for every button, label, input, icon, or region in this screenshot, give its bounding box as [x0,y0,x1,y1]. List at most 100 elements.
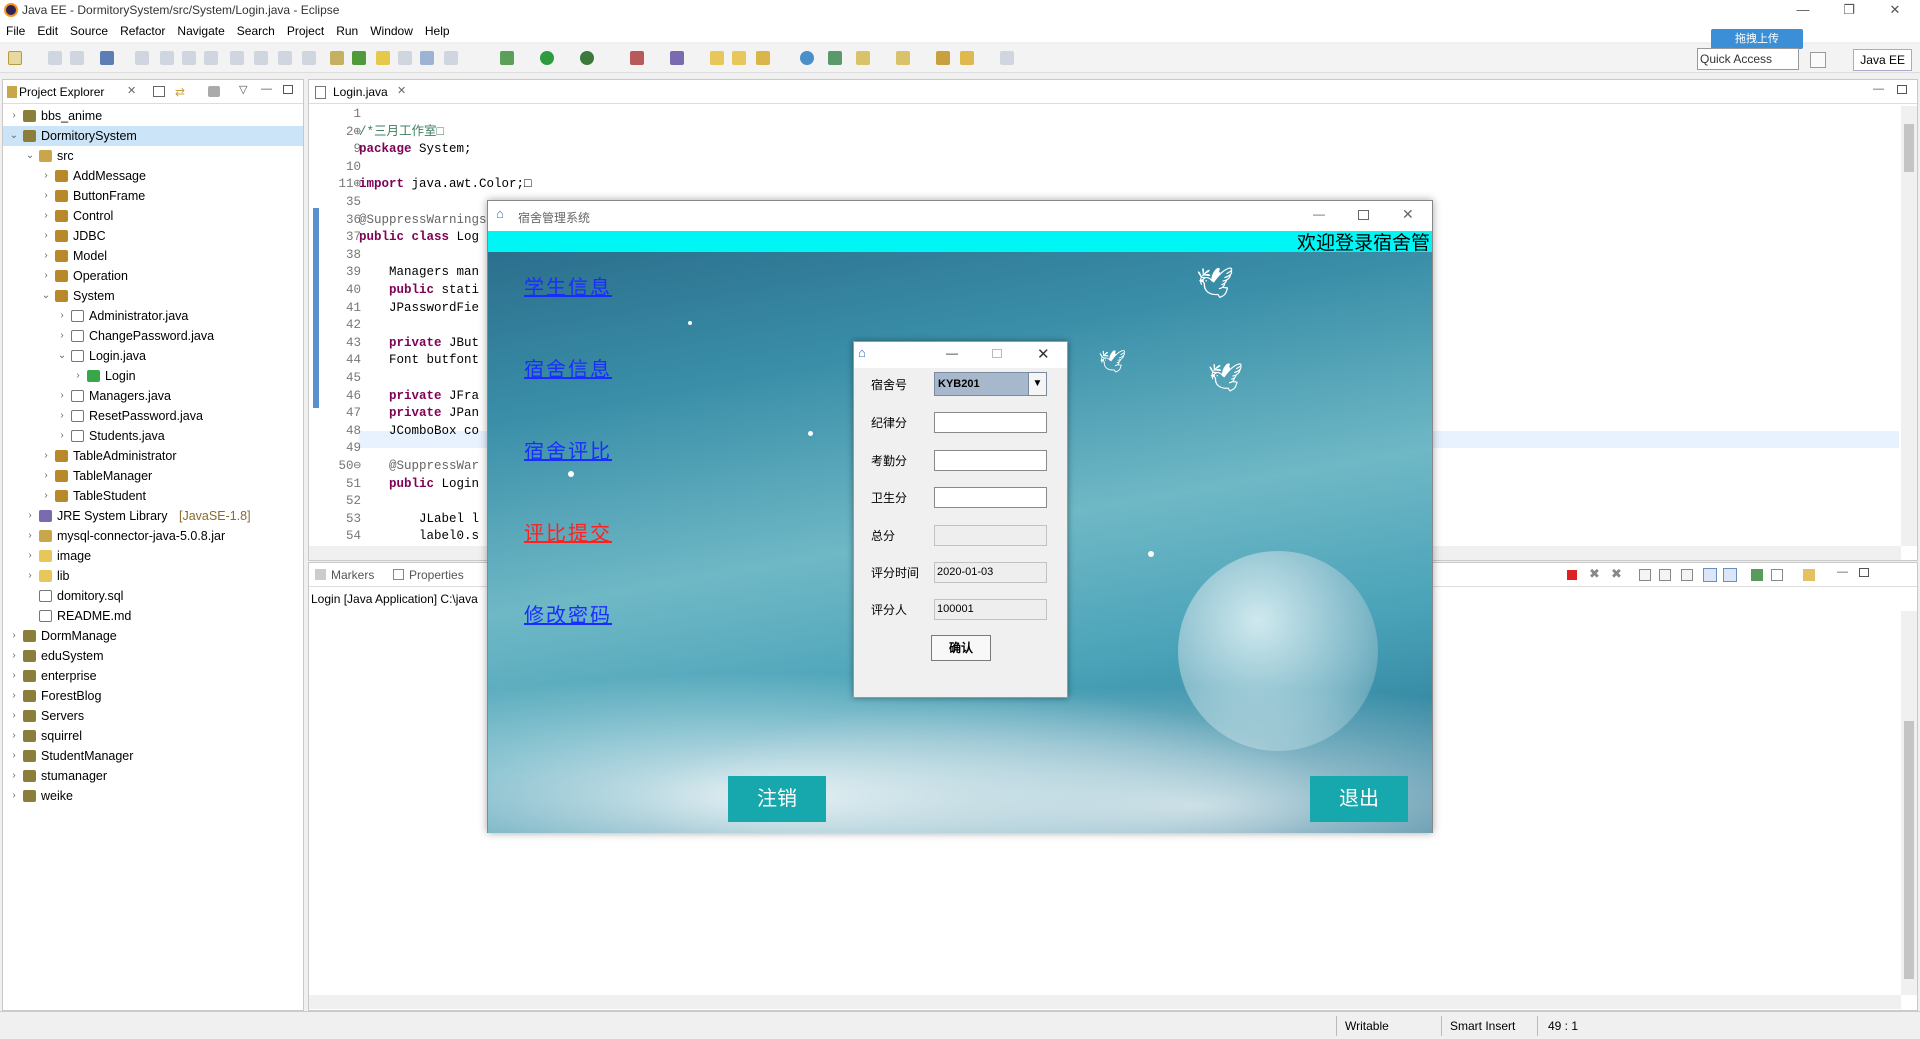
chevron-down-icon[interactable]: ▼ [1028,373,1046,395]
external-tools-icon[interactable] [630,51,644,65]
nav-change-password[interactable]: 修改密码 [524,599,612,628]
dorm-number-select[interactable]: KYB201 ▼ [934,372,1047,396]
open-perspective-icon[interactable] [1810,52,1826,68]
scroll-lock-icon[interactable] [1659,569,1671,581]
tree-item[interactable]: › stumanager [3,766,303,786]
forward-icon[interactable] [1000,51,1014,65]
app-minimize-icon[interactable]: — [1313,207,1325,221]
tab-properties[interactable]: Properties [409,568,464,582]
menu-refactor[interactable]: Refactor [114,22,171,38]
word-wrap-icon[interactable] [1681,569,1693,581]
tree-item[interactable]: › image [3,546,303,566]
tree-item[interactable]: › Control [3,206,303,226]
close-tab-icon[interactable]: ✕ [397,84,406,97]
annotation-icon[interactable] [828,51,842,65]
collapsed-chevron-icon[interactable]: › [41,166,51,186]
collapsed-chevron-icon[interactable]: › [9,746,19,766]
search-icon[interactable] [756,51,770,65]
tree-item[interactable]: › JRE System Library [JavaSE-1.8] [3,506,303,526]
collapsed-chevron-icon[interactable]: › [9,786,19,806]
tree-item[interactable]: › ForestBlog [3,686,303,706]
collapsed-chevron-icon[interactable]: › [9,106,19,126]
open-folder-icon[interactable] [710,51,724,65]
last-edit-icon[interactable] [936,51,950,65]
web-browser-icon[interactable] [800,51,814,65]
tree-item[interactable]: › lib [3,566,303,586]
step-into-icon[interactable] [230,51,244,65]
prev-annotation-icon[interactable] [896,51,910,65]
cloud-upload-button[interactable]: 拖拽上传 [1711,29,1803,49]
expanded-chevron-icon[interactable]: ⌄ [41,286,51,306]
collapsed-chevron-icon[interactable]: › [9,666,19,686]
tree-item[interactable]: README.md [3,606,303,626]
tree-item[interactable]: › DormManage [3,626,303,646]
tree-item[interactable]: › TableStudent [3,486,303,506]
collapsed-chevron-icon[interactable]: › [41,486,51,506]
editor-tab-login-java[interactable]: Login.java ✕ — [309,80,1917,104]
mark-occurrences-icon[interactable] [376,51,390,65]
view-menu-icon[interactable]: ▽ [239,83,247,96]
menu-edit[interactable]: Edit [31,22,64,38]
display-console-icon[interactable] [1771,569,1783,581]
collapsed-chevron-icon[interactable]: › [41,466,51,486]
tree-item[interactable]: › ButtonFrame [3,186,303,206]
tree-item[interactable]: › Administrator.java [3,306,303,326]
menu-project[interactable]: Project [281,22,330,38]
attendance-score-input[interactable] [934,450,1047,471]
tree-item[interactable]: › bbs_anime [3,106,303,126]
collapsed-chevron-icon[interactable]: › [25,526,35,546]
tree-item[interactable]: › weike [3,786,303,806]
collapsed-chevron-icon[interactable]: › [41,266,51,286]
collapsed-chevron-icon[interactable]: › [57,406,67,426]
logout-button[interactable]: 注销 [728,776,826,822]
terminate-icon[interactable] [204,51,218,65]
focus-icon[interactable] [208,86,220,97]
tree-item[interactable]: › JDBC [3,226,303,246]
collapsed-chevron-icon[interactable]: › [25,546,35,566]
tree-item[interactable]: › Operation [3,266,303,286]
console-horizontal-scrollbar[interactable] [309,995,1901,1009]
nav-submit-rating[interactable]: 评比提交 [524,517,612,546]
app-close-icon[interactable]: ✕ [1402,206,1414,223]
menu-help[interactable]: Help [419,22,456,38]
scrollbar-thumb[interactable] [1904,721,1914,979]
next-annotation-icon[interactable] [856,51,870,65]
show-whitespace-icon[interactable] [444,51,458,65]
nav-student-info[interactable]: 学生信息 [524,271,612,300]
collapsed-chevron-icon[interactable]: › [9,766,19,786]
menu-search[interactable]: Search [231,22,281,38]
console-vertical-scrollbar[interactable] [1901,611,1917,995]
tree-item[interactable]: ⌄ DormitorySystem [3,126,303,146]
link-with-editor-icon[interactable]: ⇄ [175,85,185,99]
tree-item[interactable]: domitory.sql [3,586,303,606]
terminate-console-icon[interactable] [1567,570,1577,580]
perspective-java-ee[interactable]: Java EE [1853,49,1912,71]
maximize-icon[interactable]: ❐ [1826,0,1872,22]
nav-dorm-rating[interactable]: 宿舍评比 [524,435,612,464]
show-on-stderr-icon[interactable] [1723,568,1737,582]
dialog-maximize-icon[interactable] [992,349,1002,358]
collapsed-chevron-icon[interactable]: › [57,326,67,346]
remove-launch-icon[interactable]: ✖ [1589,566,1600,582]
tree-item[interactable]: › Students.java [3,426,303,446]
collapsed-chevron-icon[interactable]: › [57,426,67,446]
debug-icon[interactable] [500,51,514,65]
menu-navigate[interactable]: Navigate [171,22,230,38]
show-on-stdout-icon[interactable] [1703,568,1717,582]
clear-console-icon[interactable] [1639,569,1651,581]
open-file-icon[interactable] [732,51,746,65]
open-type-icon[interactable] [330,51,344,65]
tree-item[interactable]: › enterprise [3,666,303,686]
collapsed-chevron-icon[interactable]: › [9,626,19,646]
project-explorer-tab[interactable]: Project Explorer ✕ ⇄ ▽ — [3,80,303,104]
collapsed-chevron-icon[interactable]: › [41,186,51,206]
new-server-icon[interactable] [670,51,684,65]
collapsed-chevron-icon[interactable]: › [9,726,19,746]
nav-dorm-info[interactable]: 宿舍信息 [524,353,612,382]
collapsed-chevron-icon[interactable]: › [57,386,67,406]
expanded-chevron-icon[interactable]: ⌄ [9,126,19,146]
run-icon[interactable] [540,51,554,65]
task-icon[interactable] [352,51,366,65]
expanded-chevron-icon[interactable]: ⌄ [25,146,35,166]
tree-item[interactable]: ⌄ src [3,146,303,166]
